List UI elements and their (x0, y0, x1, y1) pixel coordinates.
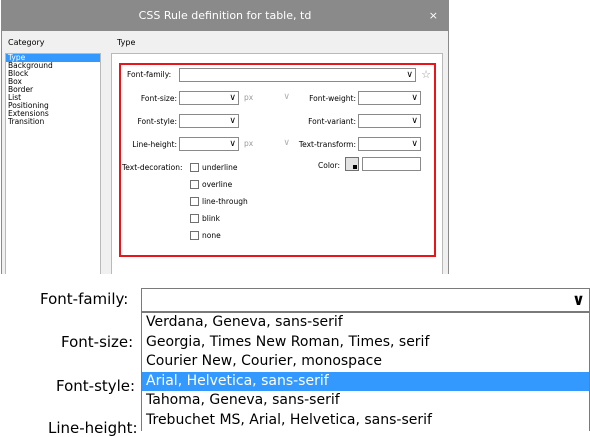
color-input[interactable] (362, 157, 421, 171)
line-height-label: Line-height: (132, 140, 177, 149)
line-through-label: line-through (202, 197, 248, 206)
none-checkbox[interactable] (190, 231, 199, 240)
font-option[interactable]: Georgia, Times New Roman, Times, serif (142, 333, 589, 353)
chevron-down-icon: ∨ (229, 116, 236, 126)
font-weight-label: Font-weight: (309, 94, 356, 103)
font-variant-label: Font-variant: (308, 117, 356, 126)
zoom-font-family-label: Font-family: (40, 290, 129, 308)
blink-label: blink (202, 214, 221, 223)
line-height-select[interactable]: ∨ (179, 137, 239, 151)
overline-checkbox[interactable] (190, 180, 199, 189)
underline-checkbox[interactable] (190, 163, 199, 172)
color-label: Color: (318, 161, 340, 170)
blink-checkbox[interactable] (190, 214, 199, 223)
font-list-icon[interactable]: ☆ (420, 69, 432, 81)
font-family-options-list: Verdana, Geneva, sans-serif Georgia, Tim… (141, 312, 590, 431)
chevron-down-icon: ∨ (411, 139, 418, 149)
font-family-label: Font-family: (127, 70, 172, 79)
zoom-font-size-label: Font-size: (61, 333, 134, 351)
chevron-down-icon: ∨ (411, 116, 418, 126)
chevron-down-icon: ∨ (283, 138, 290, 148)
pane-heading: Type (117, 38, 136, 47)
font-style-select[interactable]: ∨ (179, 114, 239, 128)
font-option-highlighted[interactable]: Arial, Helvetica, sans-serif (142, 371, 589, 391)
text-transform-select[interactable]: ∨ (358, 137, 421, 151)
category-item-transition[interactable]: Transition (6, 118, 100, 126)
text-transform-label: Text-transform: (298, 140, 356, 149)
line-height-unit: px (244, 139, 254, 148)
category-heading: Category (8, 38, 45, 47)
font-option[interactable]: Verdana, Geneva, sans-serif (142, 313, 589, 333)
chevron-down-icon: ∨ (229, 139, 236, 149)
underline-label: underline (202, 163, 238, 172)
font-family-select[interactable]: ∨ (179, 68, 416, 82)
zoom-line-height-label: Line-height: (48, 419, 138, 437)
font-option[interactable]: Trebuchet MS, Arial, Helvetica, sans-ser… (142, 411, 589, 431)
color-picker-button[interactable] (345, 157, 359, 171)
font-size-select[interactable]: ∨ (179, 91, 239, 105)
close-icon[interactable]: × (429, 1, 438, 31)
chevron-down-icon: ∨ (229, 93, 236, 103)
chevron-down-icon: ∨ (411, 93, 418, 103)
font-size-unit: px (244, 93, 254, 102)
chevron-down-icon: ∨ (283, 92, 290, 102)
line-through-checkbox[interactable] (190, 197, 199, 206)
overline-label: overline (202, 180, 233, 189)
font-style-label: Font-style: (137, 117, 177, 126)
font-option[interactable]: Courier New, Courier, monospace (142, 352, 589, 372)
font-option[interactable]: Tahoma, Geneva, sans-serif (142, 391, 589, 411)
zoomed-font-family-dropdown: Font-family: ∨ Font-size: Font-style: Li… (0, 274, 590, 437)
line-height-unit-select[interactable]: px ∨ (241, 137, 291, 151)
zoom-font-family-select[interactable]: ∨ (141, 288, 590, 312)
dialog-title: CSS Rule definition for table, td (138, 9, 312, 22)
zoom-font-style-label: Font-style: (56, 377, 136, 395)
font-variant-select[interactable]: ∨ (358, 114, 421, 128)
dialog-titlebar: CSS Rule definition for table, td × (2, 1, 448, 31)
chevron-down-icon: ∨ (572, 290, 585, 309)
font-size-unit-select[interactable]: px ∨ (241, 91, 291, 105)
font-weight-select[interactable]: ∨ (358, 91, 421, 105)
text-decoration-label: Text-decoration: (122, 163, 183, 172)
none-label: none (202, 231, 221, 240)
chevron-down-icon: ∨ (406, 70, 413, 80)
font-size-label: Font-size: (140, 94, 177, 103)
